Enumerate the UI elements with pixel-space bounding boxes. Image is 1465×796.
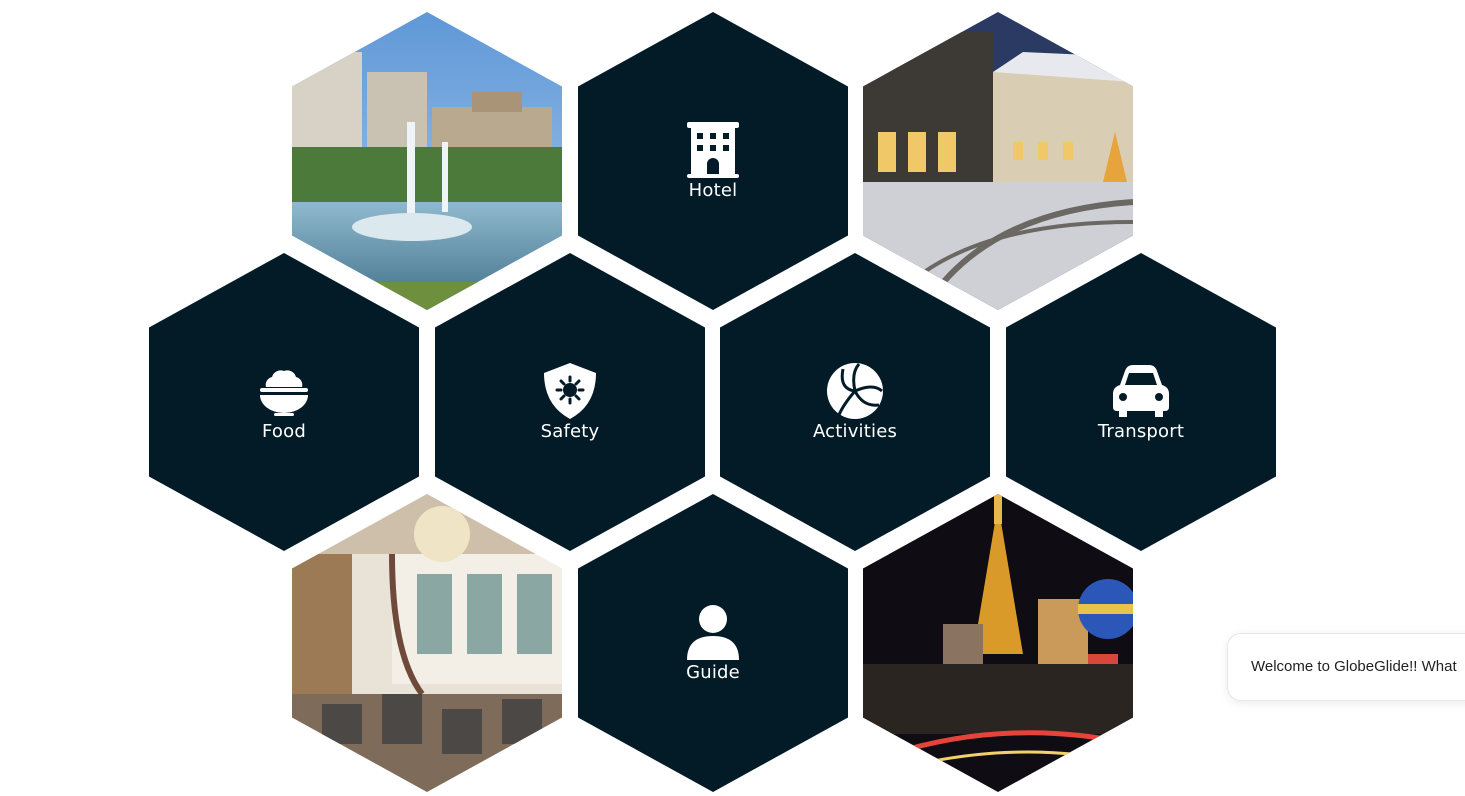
car-icon: [1113, 365, 1169, 417]
safety-label: Safety: [540, 421, 600, 442]
transport-tile[interactable]: Transport: [1006, 253, 1276, 551]
hotel-building-icon: [687, 122, 739, 178]
volleyball-icon: [827, 363, 883, 419]
hotel-tile[interactable]: Hotel: [578, 12, 848, 310]
photo-tile-restaurant[interactable]: [292, 494, 562, 792]
activities-tile[interactable]: Activities: [720, 253, 990, 551]
photo-tile-fountain[interactable]: [292, 12, 562, 310]
food-tile[interactable]: Food: [149, 253, 419, 551]
hotel-label: Hotel: [688, 180, 738, 201]
snowy-hotel-photo: [863, 12, 1133, 310]
chat-welcome-message: Welcome to GlobeGlide!! What: [1251, 658, 1457, 675]
las-vegas-night-photo: [863, 494, 1133, 792]
photo-tile-las-vegas[interactable]: [863, 494, 1133, 792]
guide-label: Guide: [686, 662, 740, 683]
guide-tile[interactable]: Guide: [578, 494, 848, 792]
fountain-hotel-photo: [292, 12, 562, 310]
safety-tile[interactable]: Safety: [435, 253, 705, 551]
transport-label: Transport: [1097, 421, 1185, 442]
user-icon: [687, 605, 739, 660]
safety-shield-icon: [544, 363, 596, 419]
activities-label: Activities: [812, 421, 898, 442]
food-bowl-icon: [260, 370, 308, 416]
photo-tile-snowy-hotel[interactable]: [863, 12, 1133, 310]
food-label: Food: [262, 421, 306, 442]
restaurant-interior-photo: [292, 494, 562, 792]
chat-welcome-bubble[interactable]: Welcome to GlobeGlide!! What: [1227, 633, 1465, 701]
